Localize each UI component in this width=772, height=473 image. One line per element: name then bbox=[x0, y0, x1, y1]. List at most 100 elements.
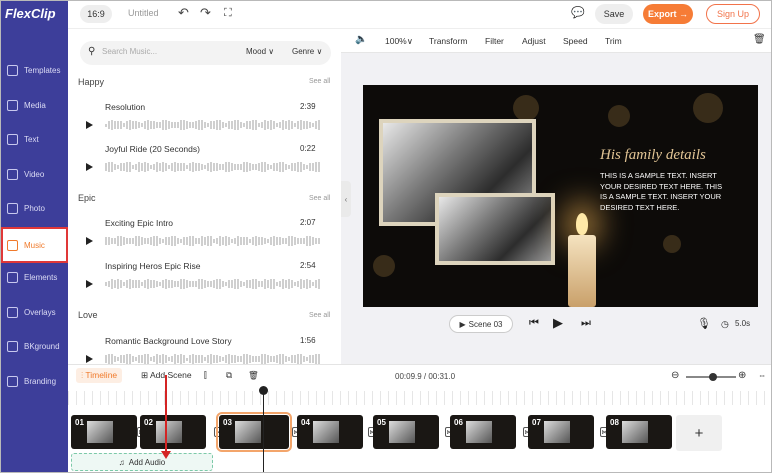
genre-dropdown[interactable]: Genre ∨ bbox=[292, 47, 322, 56]
waveform-bar bbox=[231, 120, 233, 130]
track-item[interactable]: Joyful Ride (20 Seconds) 0:22 bbox=[78, 141, 333, 181]
sidebar-item-video[interactable]: Video bbox=[1, 158, 68, 190]
trim-button[interactable]: Trim bbox=[605, 36, 622, 46]
adjust-button[interactable]: Adjust bbox=[522, 36, 546, 46]
filter-button[interactable]: Filter bbox=[485, 36, 504, 46]
scene-clip[interactable]: 01 bbox=[71, 415, 137, 449]
scene-clip[interactable]: 04 bbox=[297, 415, 363, 449]
sidebar-item-text[interactable]: Text bbox=[1, 123, 68, 155]
split-icon[interactable]: ⫿ bbox=[204, 370, 207, 381]
sidebar-item-elements[interactable]: Elements bbox=[1, 261, 68, 293]
waveform[interactable] bbox=[105, 235, 325, 247]
elements-icon bbox=[7, 271, 18, 283]
waveform-bar bbox=[165, 119, 167, 131]
waveform-bar bbox=[156, 162, 158, 172]
scene-clip[interactable]: 02 bbox=[140, 415, 206, 449]
zoom-out-icon[interactable]: ⊖ bbox=[671, 370, 679, 381]
track-item[interactable]: Romantic Background Love Story 1:56 bbox=[78, 333, 333, 364]
search-input[interactable]: Search Music... bbox=[102, 47, 157, 56]
fit-icon[interactable]: ⇔ bbox=[758, 370, 767, 380]
zoom-in-icon[interactable]: ⊕ bbox=[738, 370, 746, 381]
previous-icon[interactable]: ⏮ bbox=[529, 317, 539, 330]
waveform[interactable] bbox=[105, 353, 325, 364]
timeline-zoom[interactable]: ⊖ ⊕ bbox=[671, 370, 751, 383]
sidebar-item-music[interactable]: Music bbox=[1, 227, 68, 263]
waveform-bar bbox=[189, 236, 191, 246]
waveform-bar bbox=[189, 163, 191, 171]
sidebar-item-branding[interactable]: Branding bbox=[1, 365, 68, 397]
export-button[interactable]: Export → bbox=[643, 4, 693, 24]
scene-clip-selected[interactable]: 03 bbox=[216, 412, 292, 452]
fullscreen-icon[interactable]: ⛶ bbox=[224, 5, 232, 21]
video-canvas[interactable]: His family details THIS IS A SAMPLE TEXT… bbox=[363, 85, 758, 307]
scene-duration[interactable]: 5.0s bbox=[735, 319, 750, 328]
mood-dropdown[interactable]: Mood ∨ bbox=[246, 47, 274, 56]
play-icon[interactable] bbox=[86, 355, 93, 363]
track-item[interactable]: Exciting Epic Intro 2:07 bbox=[78, 215, 333, 255]
waveform-bar bbox=[255, 279, 257, 289]
play-icon[interactable] bbox=[86, 237, 93, 245]
waveform-bar bbox=[201, 236, 203, 246]
waveform[interactable] bbox=[105, 161, 325, 173]
scene-clip[interactable]: 06 bbox=[450, 415, 516, 449]
redo-icon[interactable]: ↷ bbox=[200, 5, 211, 21]
waveform-bar bbox=[303, 164, 305, 170]
chat-icon[interactable]: 💬 bbox=[571, 5, 585, 21]
speaker-icon[interactable]: 🔈 bbox=[355, 34, 367, 45]
add-audio-track[interactable]: ♫ Add Audio bbox=[71, 453, 213, 471]
scene-clip[interactable]: 07 bbox=[528, 415, 594, 449]
sidebar-item-media[interactable]: Media bbox=[1, 89, 68, 121]
waveform-bar bbox=[258, 122, 260, 128]
undo-icon[interactable]: ↶ bbox=[178, 5, 189, 21]
scene-clip[interactable]: 05 bbox=[373, 415, 439, 449]
sidebar-item-templates[interactable]: Templates bbox=[1, 54, 68, 86]
zoom-knob[interactable] bbox=[709, 373, 717, 381]
sign-up-button[interactable]: Sign Up bbox=[706, 4, 760, 24]
scene-selector[interactable]: ▶ Scene 03 bbox=[449, 315, 513, 333]
play-icon[interactable] bbox=[86, 121, 93, 129]
track-item[interactable]: Inspiring Heros Epic Rise 2:54 bbox=[78, 258, 333, 298]
aspect-ratio-button[interactable]: 16:9 bbox=[80, 5, 112, 23]
waveform-bar bbox=[246, 353, 248, 364]
sidebar-item-bkground[interactable]: BKground bbox=[1, 330, 68, 362]
candle bbox=[568, 235, 596, 307]
canvas-body-text[interactable]: THIS IS A SAMPLE TEXT. INSERT YOUR DESIR… bbox=[600, 171, 728, 213]
timeline-button[interactable]: ⫶ Timeline bbox=[76, 368, 123, 383]
transform-button[interactable]: Transform bbox=[429, 36, 467, 46]
sidebar-item-photo[interactable]: Photo bbox=[1, 192, 68, 224]
microphone-icon[interactable]: 🎙 bbox=[697, 317, 711, 330]
sidebar-item-overlays[interactable]: Overlays bbox=[1, 296, 68, 328]
music-search-bar[interactable]: ⚲ Search Music... Mood ∨ Genre ∨ bbox=[80, 41, 331, 65]
track-item[interactable]: Resolution 2:39 bbox=[78, 99, 333, 139]
speed-button[interactable]: Speed bbox=[563, 36, 588, 46]
waveform-bar bbox=[252, 237, 254, 245]
see-all-link[interactable]: See all bbox=[309, 195, 330, 202]
canvas-title[interactable]: His family details bbox=[600, 147, 706, 164]
waveform-bar bbox=[165, 237, 167, 245]
waveform-bar bbox=[222, 121, 224, 129]
project-title[interactable]: Untitled bbox=[128, 8, 159, 18]
waveform[interactable] bbox=[105, 119, 325, 131]
waveform-bar bbox=[150, 356, 152, 362]
play-icon[interactable]: ▶ bbox=[553, 315, 563, 331]
trash-icon[interactable]: 🗑 bbox=[753, 34, 766, 45]
next-icon[interactable]: ⏭ bbox=[581, 317, 591, 330]
add-scene-plus-button[interactable]: + bbox=[676, 415, 722, 451]
bokeh-light bbox=[693, 93, 723, 123]
see-all-link[interactable]: See all bbox=[309, 78, 330, 85]
waveform-bar bbox=[246, 120, 248, 130]
see-all-link[interactable]: See all bbox=[309, 312, 330, 319]
waveform-bar bbox=[222, 356, 224, 362]
playhead[interactable] bbox=[259, 386, 268, 472]
timeline-ruler[interactable] bbox=[68, 391, 771, 405]
waveform[interactable] bbox=[105, 278, 325, 290]
zoom-dropdown[interactable]: 100%∨ bbox=[385, 36, 413, 47]
delete-icon[interactable]: 🗑 bbox=[248, 370, 259, 381]
save-button[interactable]: Save bbox=[595, 4, 633, 24]
scene-clip[interactable]: 08 bbox=[606, 415, 672, 449]
children-photo[interactable] bbox=[435, 193, 555, 265]
play-icon[interactable] bbox=[86, 163, 93, 171]
play-icon[interactable] bbox=[86, 280, 93, 288]
duplicate-icon[interactable]: ⧉ bbox=[226, 370, 232, 381]
collapse-panel-button[interactable]: ‹ bbox=[341, 181, 351, 217]
